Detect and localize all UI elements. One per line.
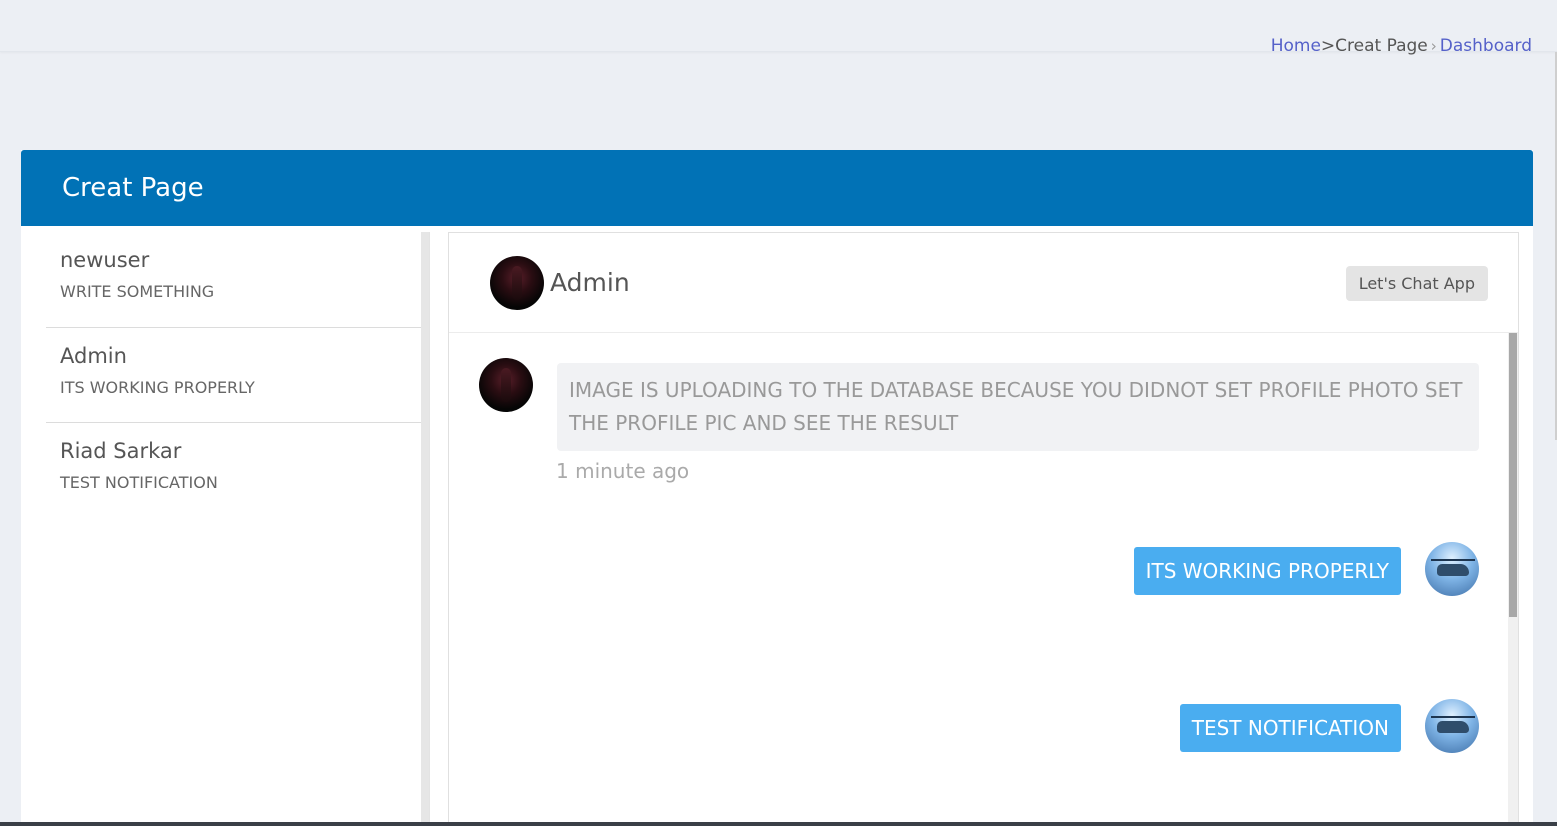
contact-last-message: TEST NOTIFICATION xyxy=(60,473,218,492)
contact-last-message: WRITE SOMETHING xyxy=(60,282,215,301)
message-bubble: IMAGE IS UPLOADING TO THE DATABASE BECAU… xyxy=(557,363,1479,451)
page-title: Creat Page xyxy=(62,173,204,203)
avatar xyxy=(479,358,533,412)
contact-name: Riad Sarkar xyxy=(60,439,182,463)
breadcrumb: Home > Creat Page › Dashboard xyxy=(1271,36,1532,56)
contact-list-scrollbar[interactable] xyxy=(421,232,429,826)
chat-panel: Admin Let's Chat App IMAGE IS UPLOADING … xyxy=(448,232,1519,826)
scrollbar-thumb[interactable] xyxy=(1509,333,1517,617)
breadcrumb-current: Creat Page xyxy=(1335,36,1428,56)
chat-card: Creat Page newuser WRITE SOMETHING Admin… xyxy=(21,150,1533,826)
incoming-message: IMAGE IS UPLOADING TO THE DATABASE BECAU… xyxy=(479,358,1479,451)
contact-item[interactable]: Riad Sarkar TEST NOTIFICATION xyxy=(46,423,429,519)
avatar xyxy=(1425,699,1479,753)
card-header: Creat Page xyxy=(21,150,1533,226)
breadcrumb-home-link[interactable]: Home xyxy=(1271,36,1321,56)
contact-item[interactable]: Admin ITS WORKING PROPERLY xyxy=(46,328,429,423)
message-list-scrollbar[interactable] xyxy=(1508,333,1518,826)
message-timestamp: 1 minute ago xyxy=(556,459,690,483)
top-bar: Home > Creat Page › Dashboard xyxy=(0,0,1557,56)
contact-item[interactable]: newuser WRITE SOMETHING xyxy=(46,232,429,328)
message-bubble: ITS WORKING PROPERLY xyxy=(1133,547,1401,595)
chat-partner-name: Admin xyxy=(550,268,630,297)
contact-name: newuser xyxy=(60,248,150,272)
lets-chat-app-button[interactable]: Let's Chat App xyxy=(1345,266,1488,301)
outgoing-message: TEST NOTIFICATION xyxy=(1179,699,1479,753)
avatar xyxy=(490,255,544,310)
contact-list: newuser WRITE SOMETHING Admin ITS WORKIN… xyxy=(46,232,430,826)
breadcrumb-separator: > xyxy=(1320,36,1336,56)
bottom-edge xyxy=(0,822,1557,826)
avatar xyxy=(1425,542,1479,596)
chevron-right-icon: › xyxy=(1430,37,1437,55)
message-bubble: TEST NOTIFICATION xyxy=(1179,704,1401,752)
breadcrumb-dashboard-link[interactable]: Dashboard xyxy=(1440,36,1532,56)
chat-header: Admin Let's Chat App xyxy=(449,233,1518,333)
message-list: IMAGE IS UPLOADING TO THE DATABASE BECAU… xyxy=(449,333,1518,826)
contact-last-message: ITS WORKING PROPERLY xyxy=(60,377,255,397)
contact-name: Admin xyxy=(60,343,127,368)
outgoing-message: ITS WORKING PROPERLY xyxy=(1133,542,1479,596)
